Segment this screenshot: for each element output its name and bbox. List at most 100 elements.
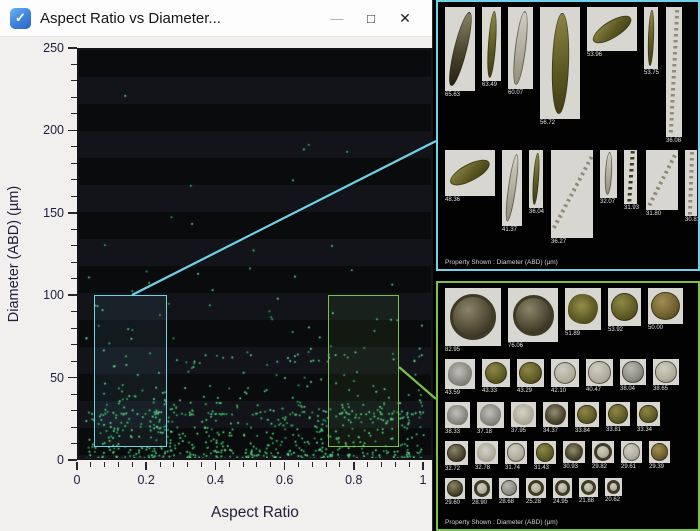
- ring-particle-image: [528, 480, 544, 496]
- y-minor-tick: [71, 80, 77, 81]
- particle-thumbnail[interactable]: [482, 359, 510, 387]
- particle-thumbnail[interactable]: [517, 359, 544, 387]
- particle-panel-high-aspect: 82.9576.0651.8953.9250.0043.5943.3343.29…: [436, 281, 700, 531]
- x-minor-tick: [132, 462, 133, 467]
- particle-thumbnail[interactable]: [508, 288, 558, 342]
- particle-thumbnail[interactable]: [543, 402, 568, 427]
- particle-value-label: 38.65: [653, 386, 679, 393]
- particle-thumbnail[interactable]: [477, 402, 504, 428]
- particle-thumbnail[interactable]: [565, 288, 601, 330]
- particle-thumbnail[interactable]: [606, 402, 630, 426]
- close-button[interactable]: ✕: [388, 5, 422, 31]
- particle-thumbnail[interactable]: [529, 150, 543, 208]
- particle-thumbnail[interactable]: [445, 7, 475, 91]
- round-particle-image: [588, 361, 610, 383]
- particle-thumbnail[interactable]: [445, 288, 501, 346]
- scatter-plot-area[interactable]: [77, 48, 433, 460]
- particle-thumbnail[interactable]: [621, 441, 642, 463]
- particle-thumbnail[interactable]: [649, 441, 670, 463]
- x-minor-tick: [395, 462, 396, 467]
- x-minor-tick: [104, 462, 105, 467]
- particle-thumbnail[interactable]: [637, 402, 660, 426]
- particle-cell: 31.93: [624, 150, 639, 212]
- particle-thumbnail[interactable]: [592, 441, 614, 463]
- particle-value-label: 63.49: [482, 82, 501, 89]
- maximize-button[interactable]: □: [354, 5, 388, 31]
- particle-thumbnail[interactable]: [666, 7, 682, 137]
- particle-value-label: 32.72: [445, 466, 468, 473]
- particle-thumbnail[interactable]: [646, 150, 678, 210]
- particle-value-label: 34.37: [543, 428, 568, 435]
- particle-thumbnail[interactable]: [445, 441, 468, 465]
- particle-thumbnail[interactable]: [563, 441, 585, 463]
- particle-thumbnail[interactable]: [648, 288, 683, 324]
- particle-thumbnail[interactable]: [653, 359, 679, 385]
- particle-thumbnail[interactable]: [445, 402, 470, 428]
- particle-cell: 42.10: [551, 359, 579, 395]
- diatom-particle-image: [485, 11, 498, 78]
- particle-thumbnail[interactable]: [624, 150, 637, 204]
- y-minor-tick: [71, 443, 77, 444]
- round-particle-image: [655, 361, 676, 382]
- round-particle-image: [507, 443, 525, 461]
- y-minor-tick: [71, 113, 77, 114]
- particle-thumbnail[interactable]: [575, 402, 599, 427]
- particle-thumbnail[interactable]: [445, 359, 475, 389]
- particle-thumbnail[interactable]: [644, 7, 658, 69]
- y-minor-tick: [71, 163, 77, 164]
- clump-particle-image: [477, 443, 496, 462]
- y-minor-tick: [71, 361, 77, 362]
- particle-value-label: 36.27: [551, 239, 593, 246]
- particle-thumbnail[interactable]: [502, 150, 522, 226]
- low-aspect-region-selection-box[interactable]: [94, 295, 167, 447]
- particle-thumbnail[interactable]: [620, 359, 646, 385]
- particle-thumbnail[interactable]: [600, 150, 617, 198]
- particle-thumbnail[interactable]: [579, 478, 598, 497]
- particle-thumbnail[interactable]: [553, 478, 572, 498]
- y-major-tick: [68, 212, 77, 214]
- particle-cell: 36.27: [551, 150, 593, 246]
- y-minor-tick: [71, 146, 77, 147]
- ring-particle-image: [450, 294, 496, 340]
- window-titlebar[interactable]: ✓ Aspect Ratio vs Diameter... — □ ✕: [0, 0, 432, 37]
- particle-cell: 21.88: [579, 478, 598, 505]
- particle-cell: 53.92: [608, 288, 641, 334]
- particle-cell: 33.34: [637, 402, 660, 434]
- particle-thumbnail[interactable]: [472, 478, 492, 499]
- particle-thumbnail[interactable]: [608, 288, 641, 326]
- particle-thumbnail[interactable]: [475, 441, 498, 464]
- particle-value-label: 50.00: [648, 325, 683, 332]
- round-particle-image: [639, 405, 658, 424]
- particle-thumbnail[interactable]: [508, 7, 533, 89]
- particle-value-label: 30.93: [563, 464, 585, 471]
- particle-value-label: 31.93: [624, 205, 639, 212]
- x-minor-tick: [243, 462, 244, 467]
- particle-thumbnail[interactable]: [587, 7, 637, 51]
- particle-thumbnail[interactable]: [526, 478, 546, 498]
- particle-thumbnail[interactable]: [445, 150, 495, 196]
- particle-cell: 82.95: [445, 288, 501, 354]
- particle-cell: 76.06: [508, 288, 558, 350]
- particle-thumbnail[interactable]: [551, 150, 593, 238]
- particle-cell: 43.33: [482, 359, 510, 395]
- particle-thumbnail[interactable]: [482, 7, 501, 81]
- particle-thumbnail[interactable]: [540, 7, 580, 119]
- particle-value-label: 24.95: [553, 499, 572, 506]
- particle-thumbnail[interactable]: [534, 441, 556, 464]
- particle-thumbnail[interactable]: [551, 359, 579, 387]
- particle-thumbnail[interactable]: [505, 441, 527, 464]
- particle-thumbnail[interactable]: [511, 402, 536, 427]
- x-minor-tick: [118, 462, 119, 467]
- minimize-button[interactable]: —: [320, 5, 354, 31]
- x-minor-tick: [312, 462, 313, 467]
- particle-thumbnail[interactable]: [586, 359, 613, 386]
- y-tick-label: 100: [34, 288, 64, 302]
- particle-thumbnail[interactable]: [499, 478, 519, 498]
- x-major-tick: [353, 462, 355, 470]
- particle-thumbnail[interactable]: [445, 478, 465, 499]
- y-minor-tick: [71, 410, 77, 411]
- particle-thumbnail[interactable]: [605, 478, 622, 496]
- high-aspect-region-selection-box[interactable]: [328, 295, 399, 447]
- round-particle-image: [622, 361, 643, 382]
- particle-thumbnail[interactable]: [685, 150, 697, 216]
